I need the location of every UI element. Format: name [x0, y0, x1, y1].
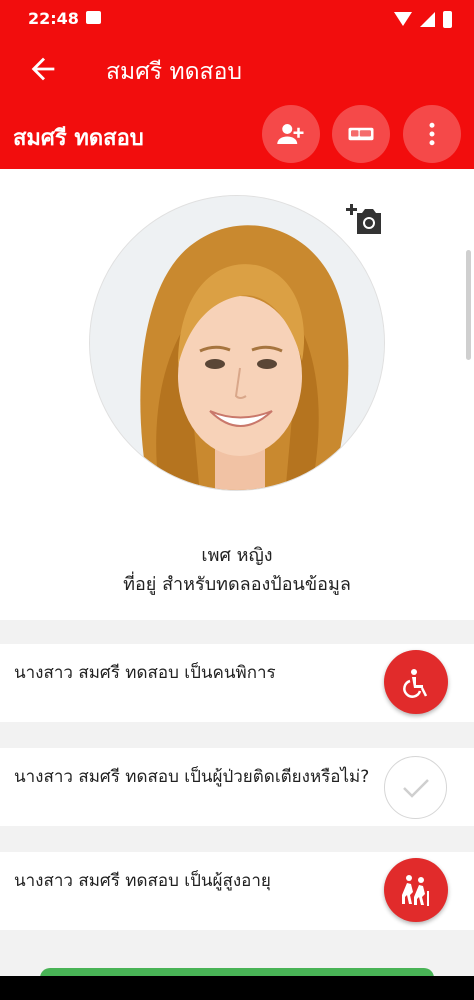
signal-icon	[420, 11, 435, 27]
disabled-status-button[interactable]	[384, 650, 448, 714]
more-options-button[interactable]	[403, 105, 461, 163]
elderly-icon	[402, 875, 429, 906]
profile-panel: เพศ หญิง ที่อยู่ สำหรับทดลองป้อนข้อมูล	[0, 169, 474, 620]
wheelchair-icon	[403, 669, 428, 698]
scrollbar[interactable]	[466, 250, 471, 360]
gender-text: เพศ หญิง	[201, 545, 273, 566]
address-text: ที่อยู่ สำหรับทดลองป้อนข้อมูล	[123, 574, 351, 595]
check-icon	[403, 779, 429, 798]
elderly-status-card[interactable]: นางสาว สมศรี ทดสอบ เป็นผู้สูงอายุ	[0, 852, 474, 930]
elderly-status-text: นางสาว สมศรี ทดสอบ เป็นผู้สูงอายุ	[14, 871, 271, 891]
bed-button[interactable]	[332, 105, 390, 163]
disabled-status-text: นางสาว สมศรี ทดสอบ เป็นคนพิการ	[14, 663, 276, 683]
profile-header: สมศรี ทดสอบ	[0, 102, 474, 169]
battery-icon	[443, 10, 452, 28]
wifi-icon	[394, 12, 412, 26]
add-photo-icon	[346, 204, 381, 234]
bedridden-status-text: นางสาว สมศรี ทดสอบ เป็นผู้ป่วยติดเตียงหร…	[14, 767, 370, 787]
add-person-button[interactable]	[262, 105, 320, 163]
bedridden-status-card[interactable]: นางสาว สมศรี ทดสอบ เป็นผู้ป่วยติดเตียงหร…	[0, 748, 474, 826]
elderly-status-button[interactable]	[384, 858, 448, 922]
disabled-status-card[interactable]: นางสาว สมศรี ทดสอบ เป็นคนพิการ	[0, 644, 474, 722]
arrow-back-icon	[31, 57, 55, 81]
person-add-icon	[277, 124, 304, 144]
bed-icon	[348, 127, 374, 141]
app-title: สมศรี ทดสอบ	[106, 59, 243, 85]
profile-name: สมศรี ทดสอบ	[13, 126, 144, 151]
status-time: 22:48	[28, 9, 79, 28]
status-bar: 22:48	[0, 0, 474, 38]
more-vert-icon	[429, 122, 435, 146]
avatar-photo	[90, 196, 384, 490]
back-button[interactable]	[26, 52, 60, 86]
app-bar: สมศรี ทดสอบ	[0, 38, 474, 102]
change-photo-button[interactable]	[343, 201, 383, 237]
bedridden-status-button[interactable]	[384, 756, 447, 819]
status-icons	[394, 10, 452, 28]
avatar[interactable]	[89, 195, 385, 491]
image-notification-icon	[86, 11, 101, 24]
system-navigation-bar	[0, 976, 474, 1000]
